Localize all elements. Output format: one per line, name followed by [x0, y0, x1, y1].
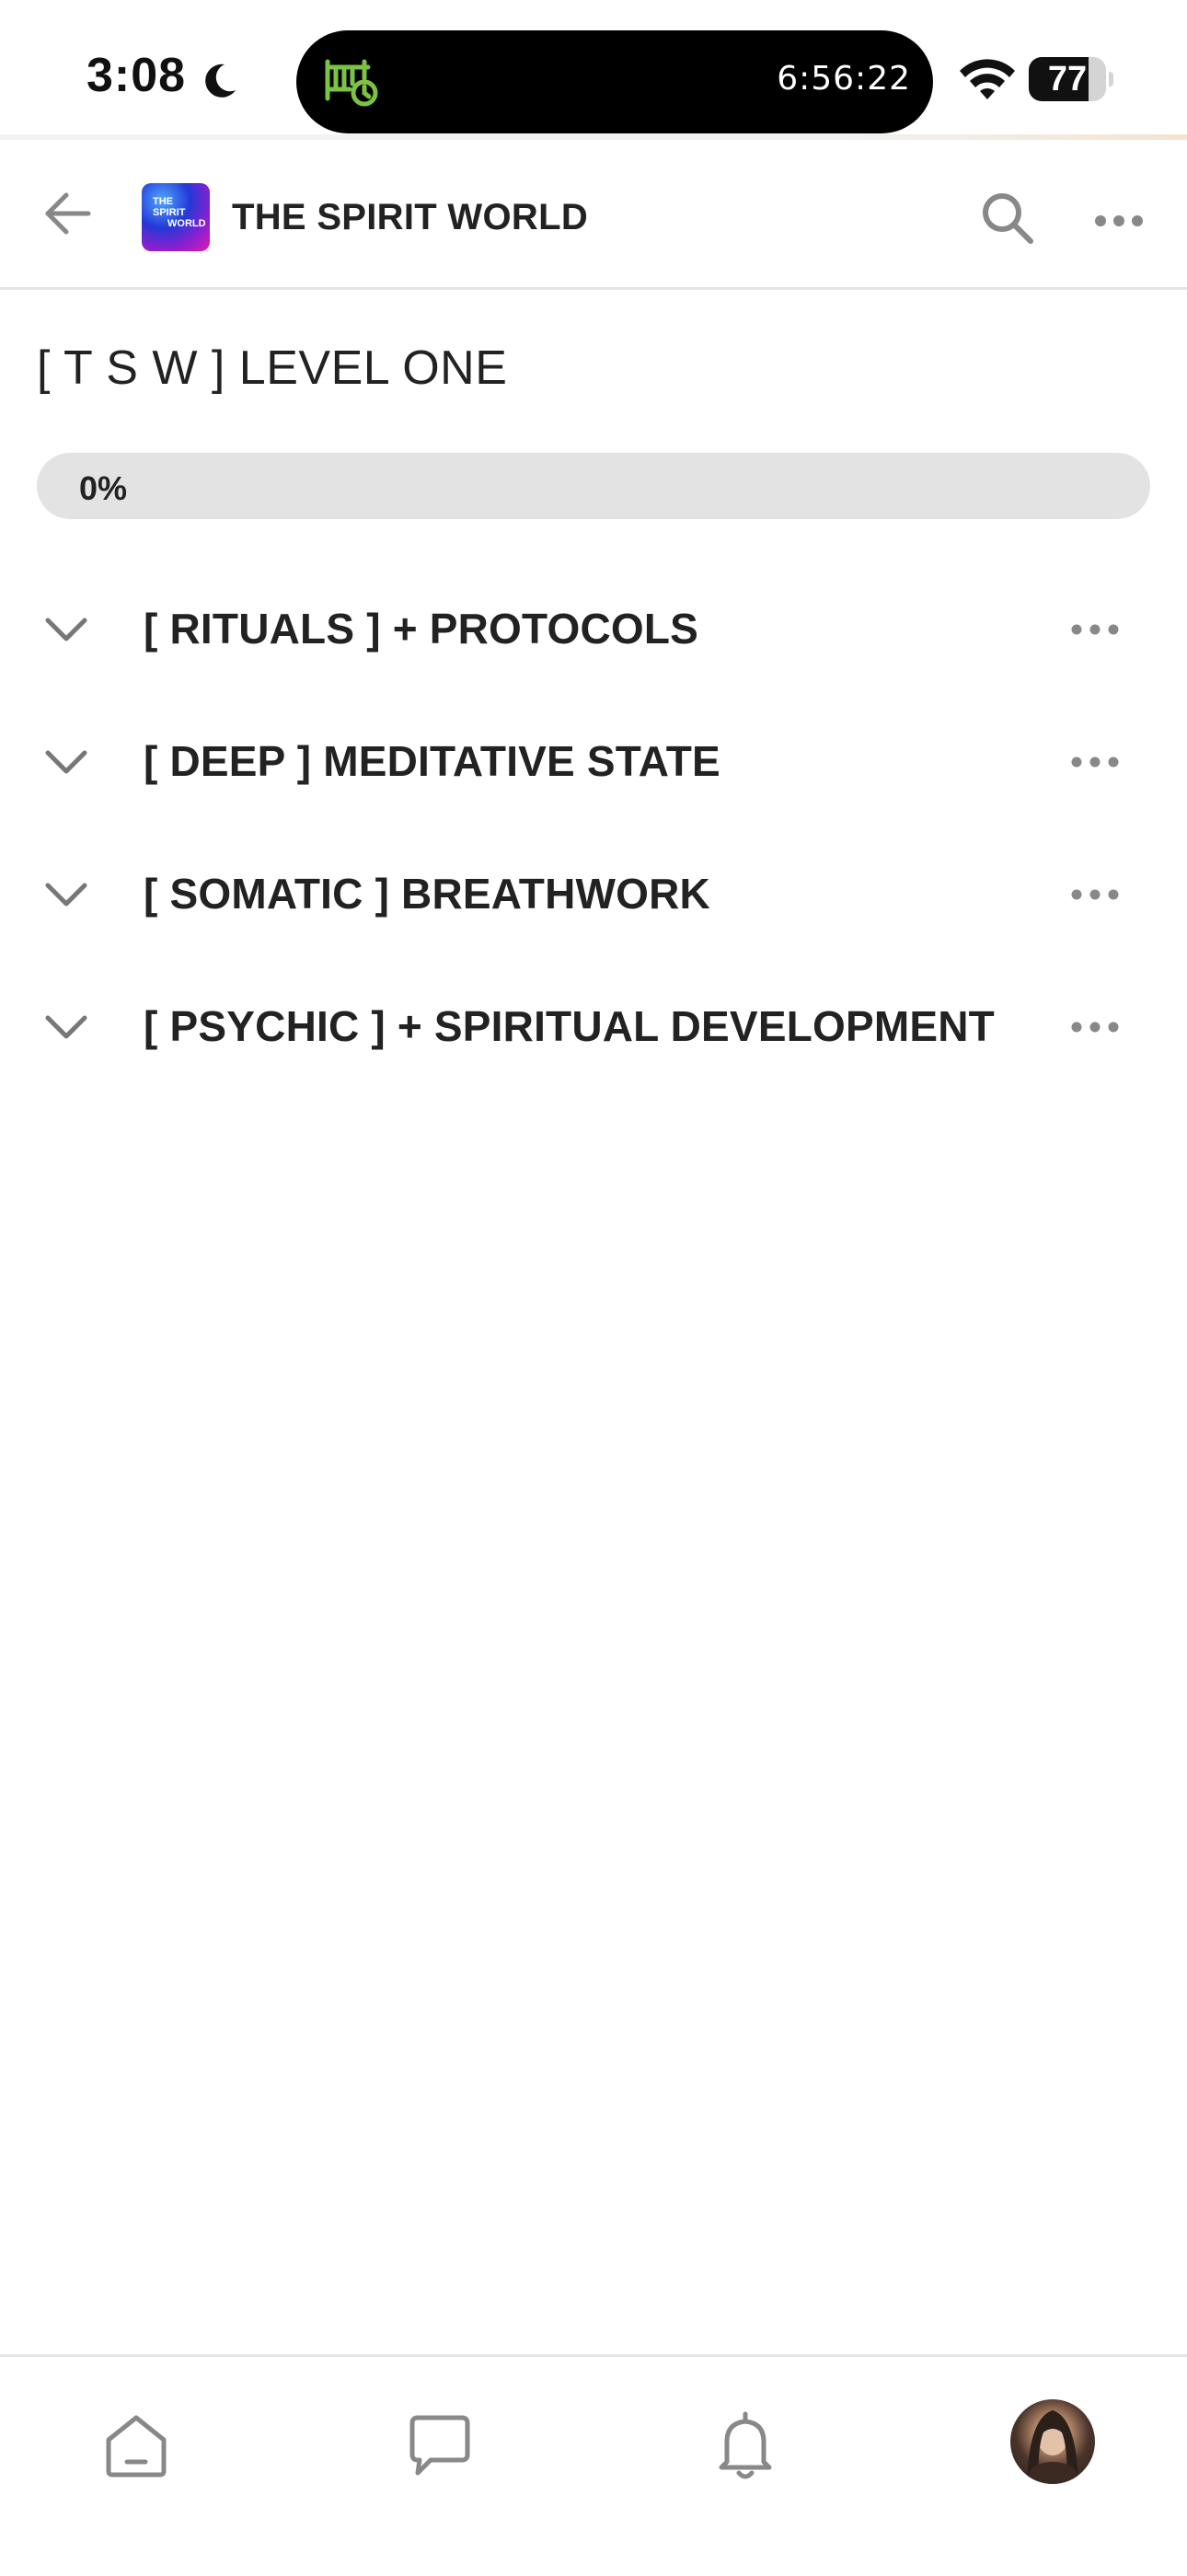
bottom-nav [0, 2354, 1187, 2576]
battery-level: 77 [1047, 60, 1088, 98]
module-row[interactable]: [ SOMATIC ] BREATHWORK [0, 828, 1187, 961]
logo-line: THE [153, 196, 173, 207]
bell-icon[interactable] [709, 2409, 782, 2482]
moon-icon [205, 64, 236, 98]
module-row[interactable]: [ RITUALS ] + PROTOCOLS [0, 563, 1187, 696]
battery-body: 77 [1029, 57, 1106, 101]
progress-label: 0% [79, 469, 128, 507]
chat-icon[interactable] [403, 2409, 477, 2482]
chevron-down-icon[interactable] [40, 742, 92, 782]
logo-line: SPIRIT [153, 207, 186, 218]
back-arrow-icon[interactable] [40, 186, 96, 241]
home-icon[interactable] [99, 2409, 173, 2482]
chevron-down-icon[interactable] [40, 1007, 92, 1047]
chevron-down-icon[interactable] [40, 609, 92, 650]
dynamic-island[interactable]: 6:56:22 [296, 30, 933, 133]
course-progress-bar: 0% [37, 453, 1150, 519]
community-logo[interactable]: THE SPIRIT WORLD [142, 183, 210, 251]
wifi-icon [960, 59, 1015, 99]
app-header: THE SPIRIT WORLD THE SPIRIT WORLD [0, 140, 1187, 290]
logo-text: THE SPIRIT WORLD [142, 183, 210, 251]
course-title: [ T S W ] LEVEL ONE [37, 341, 508, 395]
more-horizontal-icon[interactable] [1067, 742, 1123, 782]
battery-nub [1109, 72, 1113, 87]
chevron-down-icon[interactable] [40, 874, 92, 915]
community-name[interactable]: THE SPIRIT WORLD [232, 197, 588, 238]
battery-icon: 77 [1029, 57, 1113, 101]
more-horizontal-icon[interactable] [1091, 193, 1147, 248]
module-row[interactable]: [ DEEP ] MEDITATIVE STATE [0, 696, 1187, 828]
module-title[interactable]: [ SOMATIC ] BREATHWORK [144, 869, 710, 918]
status-bar: 3:08 6:56:22 77 [0, 0, 1187, 140]
search-icon[interactable] [977, 188, 1038, 248]
more-horizontal-icon[interactable] [1067, 609, 1123, 650]
avatar-image [1027, 2410, 1078, 2484]
status-time: 3:08 [86, 49, 187, 102]
module-title[interactable]: [ PSYCHIC ] + SPIRITUAL DEVELOPMENT [144, 1001, 995, 1051]
more-horizontal-icon[interactable] [1067, 874, 1123, 915]
module-row[interactable]: [ PSYCHIC ] + SPIRITUAL DEVELOPMENT [0, 961, 1187, 1093]
island-timer: 6:56:22 [777, 60, 911, 98]
module-title[interactable]: [ RITUALS ] + PROTOCOLS [144, 604, 698, 653]
app-activity-icon [325, 59, 378, 107]
more-horizontal-icon[interactable] [1067, 1007, 1123, 1047]
logo-line: WORLD [167, 218, 206, 229]
avatar[interactable] [1010, 2399, 1095, 2484]
module-list: [ RITUALS ] + PROTOCOLS [ DEEP ] MEDITAT… [0, 563, 1187, 1093]
module-title[interactable]: [ DEEP ] MEDITATIVE STATE [144, 736, 720, 786]
